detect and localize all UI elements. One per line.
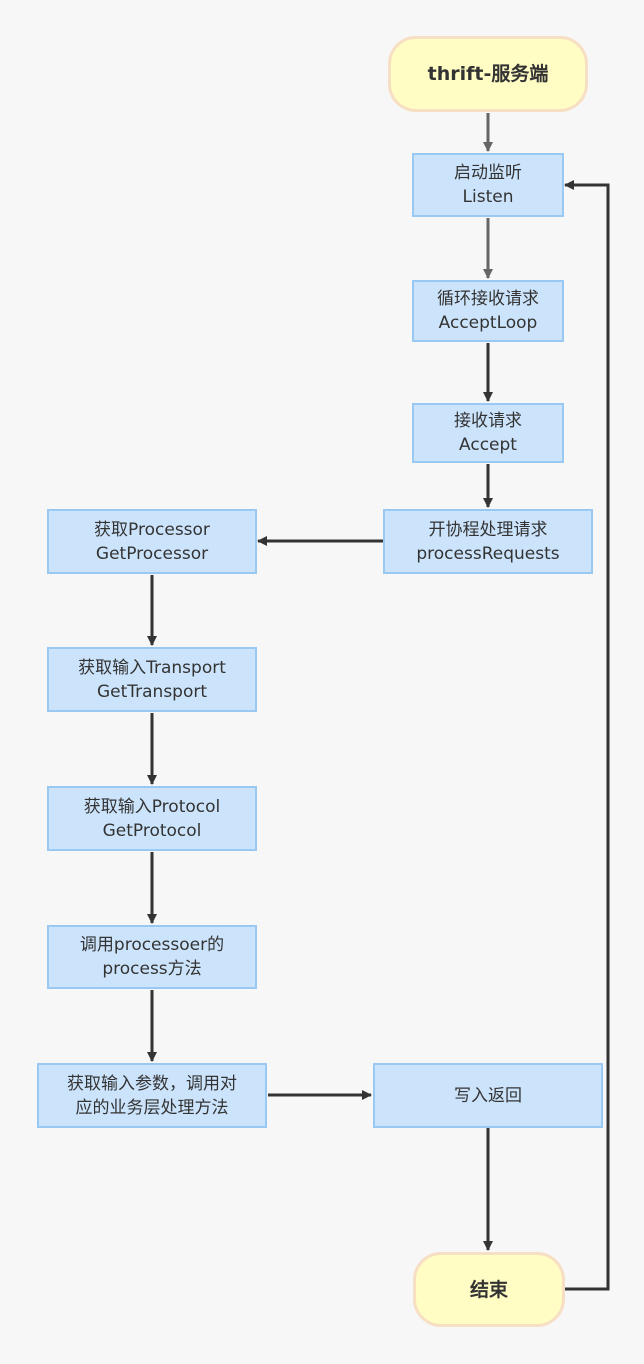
get-transport-node: 获取输入Transport GetTransport	[47, 647, 257, 712]
listen-node-line2: Listen	[462, 187, 514, 207]
call-process-node: 调用processoer的 process方法	[47, 925, 257, 989]
flowchart-canvas: thrift-服务端 启动监听 Listen 循环接收请求 AcceptLoop…	[0, 0, 644, 1364]
write-return-node: 写入返回	[373, 1063, 603, 1128]
accept-node-line1: 接收请求	[454, 411, 522, 431]
accept-node: 接收请求 Accept	[412, 403, 564, 463]
end-node-label: 结束	[469, 1278, 508, 1301]
process-requests-node-line1: 开协程处理请求	[428, 519, 548, 540]
call-process-node-line1: 调用processoer的	[79, 935, 225, 955]
accept-loop-node-line2: AcceptLoop	[438, 313, 538, 333]
get-transport-node-line2: GetTransport	[96, 681, 208, 702]
get-protocol-node-line1: 获取输入Protocol	[83, 796, 221, 817]
get-transport-node-line1: 获取输入Transport	[78, 657, 226, 678]
end-node: 结束	[413, 1252, 565, 1327]
start-node: thrift-服务端	[388, 36, 588, 112]
accept-node-line2: Accept	[459, 435, 517, 455]
handle-business-node-line1: 获取输入参数，调用对	[67, 1073, 237, 1094]
process-requests-node-line2: processRequests	[416, 543, 560, 564]
start-node-label: thrift-服务端	[427, 63, 549, 85]
get-protocol-node-line2: GetProtocol	[102, 820, 202, 841]
handle-business-node: 获取输入参数，调用对 应的业务层处理方法	[37, 1063, 267, 1128]
handle-business-node-line2: 应的业务层处理方法	[75, 1097, 229, 1118]
write-return-node-label: 写入返回	[454, 1085, 522, 1106]
get-processor-node-line1: 获取Processor	[94, 519, 210, 540]
get-processor-node-line2: GetProcessor	[95, 543, 209, 564]
accept-loop-node: 循环接收请求 AcceptLoop	[412, 280, 564, 342]
accept-loop-node-line1: 循环接收请求	[437, 289, 539, 309]
call-process-node-line2: process方法	[102, 959, 202, 979]
get-processor-node: 获取Processor GetProcessor	[47, 509, 257, 574]
get-protocol-node: 获取输入Protocol GetProtocol	[47, 786, 257, 851]
process-requests-node: 开协程处理请求 processRequests	[383, 509, 593, 574]
listen-node: 启动监听 Listen	[412, 153, 564, 217]
listen-node-line1: 启动监听	[454, 163, 522, 183]
